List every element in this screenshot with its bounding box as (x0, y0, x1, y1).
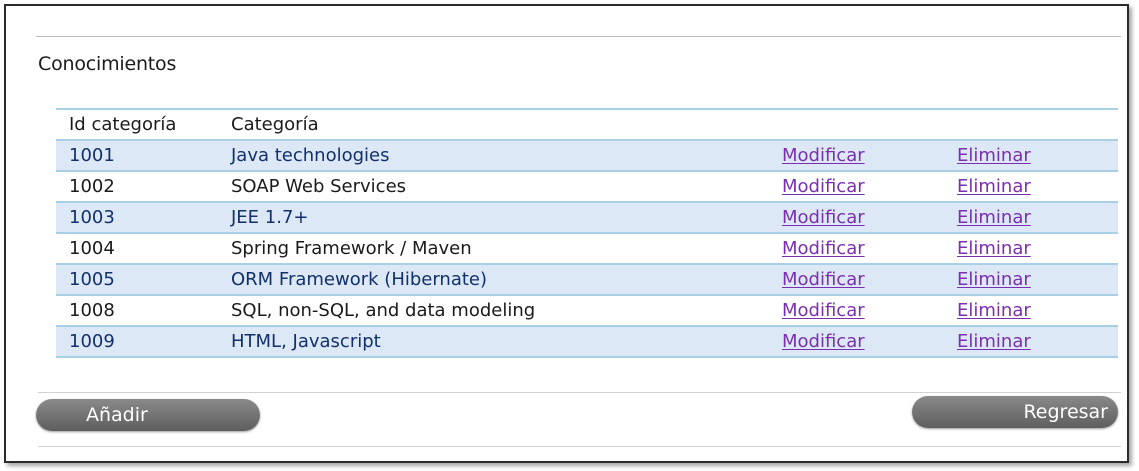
delete-link[interactable]: Eliminar (957, 172, 1031, 201)
actions-bottom-divider (38, 446, 1121, 447)
row-id: 1001 (69, 145, 115, 166)
actions-top-divider (38, 392, 1121, 393)
modify-link[interactable]: Modificar (782, 265, 865, 294)
categories-table: Id categoría Categoría 1001 Java technol… (56, 108, 1118, 358)
add-button[interactable]: Añadir (36, 399, 260, 431)
modify-link[interactable]: Modificar (782, 172, 865, 201)
row-category: Spring Framework / Maven (231, 238, 472, 259)
back-button-label: Regresar (1023, 401, 1108, 423)
modify-link[interactable]: Modificar (782, 234, 865, 263)
row-id: 1003 (69, 207, 115, 228)
row-category: SOAP Web Services (231, 176, 407, 197)
add-button-label: Añadir (86, 404, 148, 426)
table-row: 1005 ORM Framework (Hibernate) Modificar… (56, 265, 1118, 296)
row-category: SQL, non-SQL, and data modeling (231, 300, 536, 321)
table-header-row: Id categoría Categoría (56, 110, 1118, 141)
table-row: 1004 Spring Framework / Maven Modificar … (56, 234, 1118, 265)
panel-frame: Conocimientos Id categoría Categoría 100… (4, 4, 1129, 463)
delete-link[interactable]: Eliminar (957, 141, 1031, 170)
modify-link[interactable]: Modificar (782, 203, 865, 232)
row-category: Java technologies (231, 145, 390, 166)
table-row: 1008 SQL, non-SQL, and data modeling Mod… (56, 296, 1118, 327)
modify-link[interactable]: Modificar (782, 141, 865, 170)
delete-link[interactable]: Eliminar (957, 265, 1031, 294)
section-title: Conocimientos (38, 53, 177, 75)
row-category: HTML, Javascript (231, 331, 381, 352)
modify-link[interactable]: Modificar (782, 327, 865, 356)
table-row: 1003 JEE 1.7+ Modificar Eliminar (56, 203, 1118, 234)
delete-link[interactable]: Eliminar (957, 203, 1031, 232)
modify-link[interactable]: Modificar (782, 296, 865, 325)
row-category: ORM Framework (Hibernate) (231, 269, 488, 290)
row-id: 1009 (69, 331, 115, 352)
table-row: 1009 HTML, Javascript Modificar Eliminar (56, 327, 1118, 358)
row-id: 1002 (69, 176, 115, 197)
row-id: 1004 (69, 238, 115, 259)
delete-link[interactable]: Eliminar (957, 234, 1031, 263)
table-row: 1002 SOAP Web Services Modificar Elimina… (56, 172, 1118, 203)
delete-link[interactable]: Eliminar (957, 327, 1031, 356)
table-row: 1001 Java technologies Modificar Elimina… (56, 141, 1118, 172)
row-category: JEE 1.7+ (231, 207, 309, 228)
top-divider (36, 36, 1121, 37)
back-button[interactable]: Regresar (912, 396, 1118, 428)
header-category: Categoría (231, 114, 319, 135)
header-id: Id categoría (69, 114, 177, 135)
delete-link[interactable]: Eliminar (957, 296, 1031, 325)
row-id: 1008 (69, 300, 115, 321)
row-id: 1005 (69, 269, 115, 290)
